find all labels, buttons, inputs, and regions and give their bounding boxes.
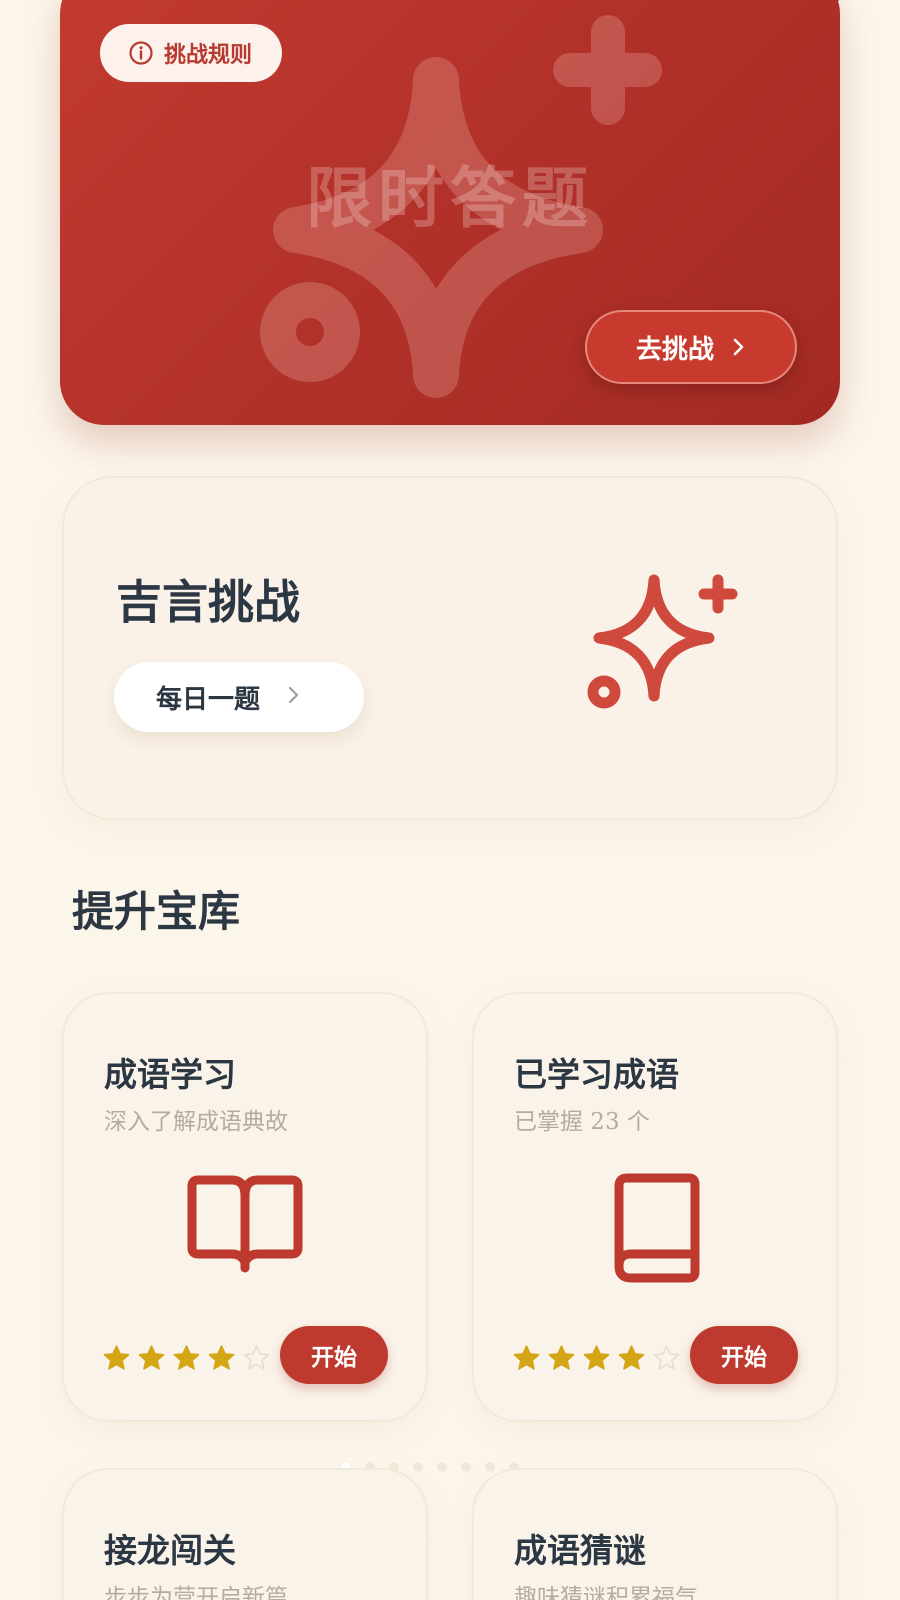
star-filled-icon <box>582 1344 611 1373</box>
go-challenge-label: 去挑战 <box>635 334 714 365</box>
card-title: 成语猜谜 <box>514 1531 646 1570</box>
timed-quiz-banner[interactable]: 限时答题 挑战规则 去挑战 <box>60 0 840 425</box>
pager-dot[interactable] <box>413 1462 423 1472</box>
star-empty-icon <box>652 1344 681 1373</box>
pager-dot[interactable] <box>437 1462 447 1472</box>
sparkle-icon <box>587 574 738 709</box>
card-subtitle: 趣味猜谜积累福气 <box>514 1585 698 1600</box>
idiom-riddle-card[interactable]: 成语猜谜 趣味猜谜积累福气 <box>472 1468 838 1600</box>
card-subtitle: 深入了解成语典故 <box>104 1109 288 1135</box>
go-challenge-button[interactable]: 去挑战 <box>585 310 797 384</box>
card-title: 已学习成语 <box>514 1055 679 1094</box>
closed-book-icon <box>614 1173 700 1283</box>
star-filled-icon <box>102 1344 131 1373</box>
star-empty-icon <box>242 1344 271 1373</box>
start-button[interactable]: 开始 <box>280 1326 388 1384</box>
star-filled-icon <box>547 1344 576 1373</box>
jiyan-challenge-card[interactable]: 吉言挑战 每日一题 <box>62 476 838 820</box>
open-book-icon <box>187 1175 303 1273</box>
star-filled-icon <box>512 1344 541 1373</box>
pager-dot[interactable] <box>485 1462 495 1472</box>
idiom-learning-card[interactable]: 成语学习 深入了解成语典故 开始 <box>62 992 428 1422</box>
rating-stars <box>102 1344 271 1373</box>
chevron-right-icon <box>288 682 300 712</box>
card-subtitle: 步步为营开启新篇 <box>104 1585 288 1600</box>
pager-dot[interactable] <box>461 1462 471 1472</box>
challenge-rules-button[interactable]: 挑战规则 <box>100 24 283 82</box>
daily-question-button[interactable]: 每日一题 <box>114 662 364 732</box>
star-filled-icon <box>207 1344 236 1373</box>
learned-idioms-card[interactable]: 已学习成语 已掌握 23 个 开始 <box>472 992 838 1422</box>
chevron-right-icon <box>732 337 746 357</box>
challenge-rules-label: 挑战规则 <box>164 43 253 68</box>
card-title: 成语学习 <box>104 1055 236 1094</box>
banner-title: 限时答题 <box>306 159 594 237</box>
idiom-chain-card[interactable]: 接龙闯关 步步为营开启新篇 <box>62 1468 428 1600</box>
star-filled-icon <box>137 1344 166 1373</box>
info-icon <box>128 40 154 66</box>
card-title: 接龙闯关 <box>104 1531 236 1570</box>
jiyan-challenge-title: 吉言挑战 <box>116 575 300 629</box>
section-title: 提升宝库 <box>72 887 241 936</box>
start-button[interactable]: 开始 <box>690 1326 798 1384</box>
star-filled-icon <box>617 1344 646 1373</box>
star-filled-icon <box>172 1344 201 1373</box>
card-subtitle: 已掌握 23 个 <box>514 1109 650 1135</box>
rating-stars <box>512 1344 681 1373</box>
daily-question-label: 每日一题 <box>156 684 261 715</box>
